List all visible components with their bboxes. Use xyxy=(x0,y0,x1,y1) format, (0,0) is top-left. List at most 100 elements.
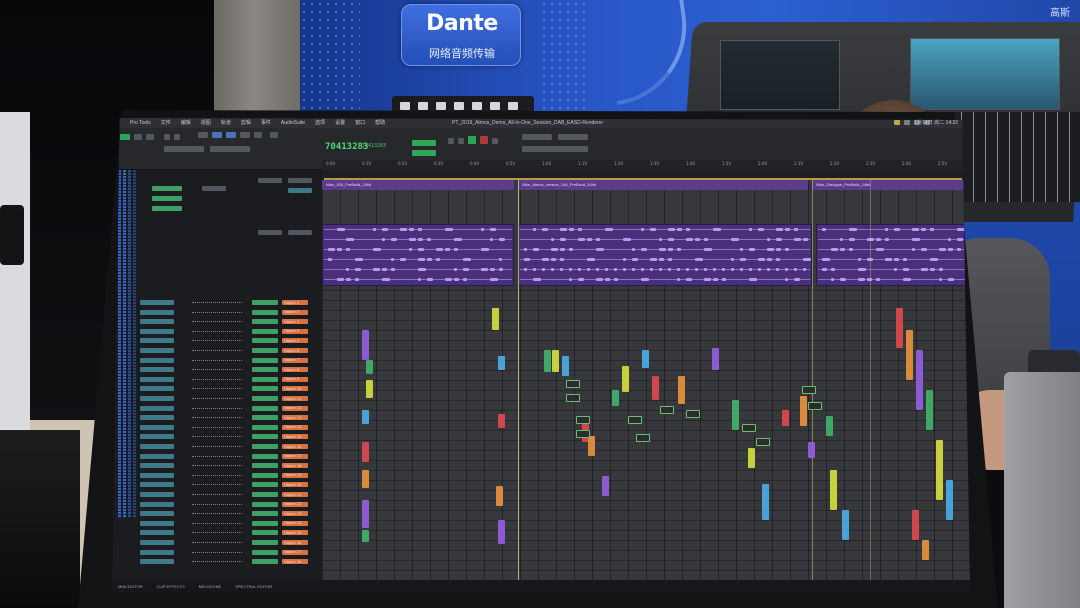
track-control[interactable] xyxy=(140,492,174,497)
bus-insert[interactable] xyxy=(152,196,182,201)
object-clip[interactable] xyxy=(912,510,919,540)
track-control[interactable] xyxy=(140,386,174,392)
clip-tag[interactable] xyxy=(566,394,580,402)
object-clip[interactable] xyxy=(498,414,505,428)
trim-tool[interactable] xyxy=(254,132,262,138)
track-control[interactable] xyxy=(252,415,278,421)
menu-item[interactable]: 文件 xyxy=(161,118,171,128)
grid-selector[interactable] xyxy=(164,146,204,152)
rewind-button[interactable] xyxy=(448,138,454,144)
object-clip[interactable] xyxy=(362,330,369,360)
object-clip[interactable] xyxy=(366,380,373,398)
object-clip[interactable] xyxy=(712,348,719,370)
track-control[interactable] xyxy=(140,530,174,536)
mini-editor-tab[interactable]: MINI EDITOR xyxy=(118,584,143,589)
track-control[interactable] xyxy=(252,319,278,325)
track-control[interactable] xyxy=(140,338,174,344)
end-field[interactable] xyxy=(412,150,436,156)
track-control[interactable] xyxy=(140,549,174,555)
object-clip[interactable] xyxy=(800,396,807,426)
bus-send[interactable] xyxy=(288,230,312,235)
nudge-selector[interactable] xyxy=(210,146,250,152)
track-control[interactable] xyxy=(140,472,174,478)
track-control[interactable] xyxy=(252,492,278,497)
track-control[interactable] xyxy=(252,357,278,363)
track-control[interactable] xyxy=(252,405,278,411)
object-clip[interactable] xyxy=(362,500,369,528)
object-clip[interactable] xyxy=(906,330,913,380)
clip-name-bar[interactable]: Nike_100_PreBuild_24bit xyxy=(322,180,514,190)
clip-effects-tab[interactable]: CLIP EFFECTS xyxy=(157,584,185,589)
object-clip[interactable] xyxy=(748,448,755,468)
bus-send[interactable] xyxy=(288,188,312,193)
loop-button[interactable] xyxy=(492,138,498,144)
clip-tag[interactable] xyxy=(576,416,590,424)
menu-item[interactable]: 选项 xyxy=(315,118,325,128)
track-control[interactable] xyxy=(140,559,174,565)
object-clip[interactable] xyxy=(652,376,659,400)
track-control[interactable] xyxy=(140,463,174,469)
track-control[interactable] xyxy=(252,472,278,478)
track-control[interactable] xyxy=(252,463,278,469)
track-control[interactable] xyxy=(140,348,174,353)
object-clip[interactable] xyxy=(362,530,369,542)
track-control[interactable] xyxy=(140,319,174,325)
clip-tag[interactable] xyxy=(628,416,642,424)
object-clip[interactable] xyxy=(498,356,505,370)
clip-tag[interactable] xyxy=(566,380,580,388)
object-clip[interactable] xyxy=(678,376,685,404)
track-control[interactable] xyxy=(252,501,278,507)
edit-window-tracks[interactable]: Nike_100_PreBuild_24bit Nike_Atmos_versi… xyxy=(322,180,970,580)
object-clip[interactable] xyxy=(588,436,595,456)
track-control[interactable] xyxy=(252,367,278,373)
object-clip[interactable] xyxy=(498,520,505,544)
toolbar-button[interactable] xyxy=(146,134,154,140)
menu-item[interactable]: 设置 xyxy=(335,118,345,128)
clip-tag[interactable] xyxy=(686,410,700,418)
object-clip[interactable] xyxy=(916,350,923,410)
track-control[interactable] xyxy=(252,453,278,459)
record-button[interactable] xyxy=(480,136,488,144)
object-clip[interactable] xyxy=(492,308,499,330)
clip-tag[interactable] xyxy=(576,430,590,438)
bus-send[interactable] xyxy=(202,186,226,191)
track-control[interactable] xyxy=(140,482,174,488)
object-clip[interactable] xyxy=(362,410,369,424)
bus-insert[interactable] xyxy=(152,206,182,211)
clip-name-bar[interactable]: Nike_Atmos_version_148_PreBuild_24bit xyxy=(518,180,808,190)
track-control[interactable] xyxy=(252,540,278,545)
menu-item[interactable]: 剪辑 xyxy=(241,118,251,128)
menu-item[interactable]: 窗口 xyxy=(355,118,365,128)
object-clip[interactable] xyxy=(782,410,789,426)
stop-button[interactable] xyxy=(458,138,464,144)
track-control[interactable] xyxy=(252,348,278,353)
object-clip[interactable] xyxy=(732,400,739,430)
clip-tag[interactable] xyxy=(756,438,770,446)
track-control[interactable] xyxy=(140,376,174,382)
track-control[interactable] xyxy=(140,434,174,440)
track-control[interactable] xyxy=(140,405,174,411)
play-button[interactable] xyxy=(468,136,476,144)
clip-tag[interactable] xyxy=(802,386,816,394)
track-control[interactable] xyxy=(252,424,278,430)
melodyne-tab[interactable]: MELODYNE xyxy=(199,584,221,589)
object-clip[interactable] xyxy=(602,476,609,496)
menu-item[interactable]: Pro Tools xyxy=(130,118,151,128)
start-field[interactable] xyxy=(412,140,436,146)
menu-item[interactable]: 编辑 xyxy=(181,118,191,128)
track-control[interactable] xyxy=(140,511,174,517)
menu-item[interactable]: 视图 xyxy=(201,118,211,128)
bus-send[interactable] xyxy=(258,230,282,235)
menu-item[interactable]: 帮助 xyxy=(375,118,385,128)
audio-clip[interactable] xyxy=(816,224,970,286)
object-clip[interactable] xyxy=(936,440,943,500)
object-clip[interactable] xyxy=(946,480,953,520)
track-control[interactable] xyxy=(252,396,278,401)
track-control[interactable] xyxy=(252,511,278,517)
track-control[interactable] xyxy=(140,357,174,363)
pencil-tool[interactable] xyxy=(240,132,250,138)
object-clip[interactable] xyxy=(826,416,833,436)
track-control[interactable] xyxy=(140,444,174,449)
track-control[interactable] xyxy=(140,309,174,315)
track-control[interactable] xyxy=(252,559,278,565)
